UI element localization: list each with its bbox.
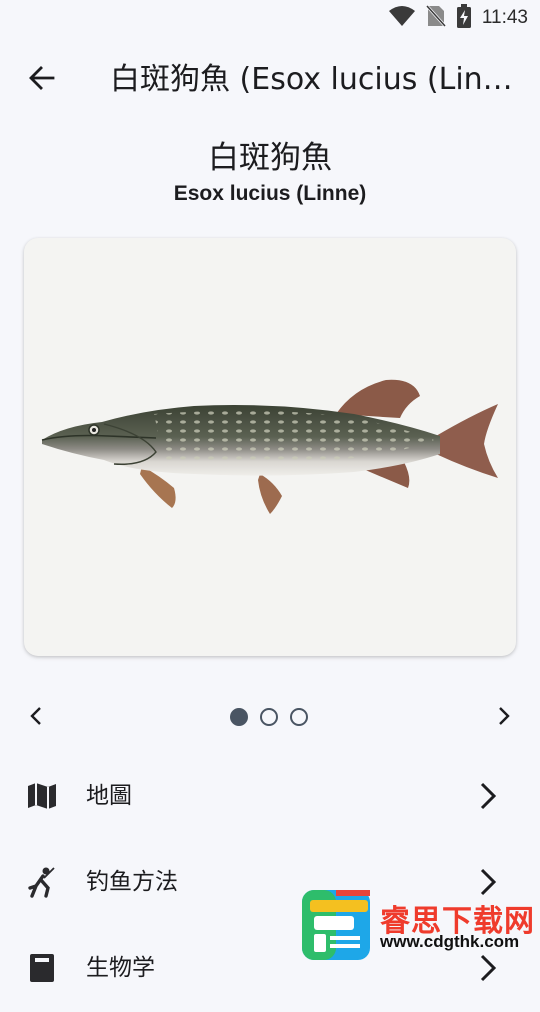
chevron-left-icon [29,706,43,730]
fish-illustration [41,379,498,514]
battery-charging-icon [456,4,472,32]
menu-item-label: 生物学 [86,955,155,981]
no-sim-icon [425,4,446,32]
back-button[interactable] [18,56,66,104]
wifi-icon [388,5,416,31]
chevron-right-icon [476,778,500,814]
watermark-url: www.cdgthk.com [380,932,520,951]
menu-item-map[interactable]: 地圖 [0,754,540,840]
watermark-logo-icon [302,890,370,960]
status-icons: 11:43 [388,4,528,32]
arrow-left-icon [28,64,56,96]
book-icon [26,952,58,984]
page-dot-1[interactable] [230,708,248,726]
map-icon [26,780,58,812]
chevron-right-icon [497,706,511,730]
fishing-person-icon [26,866,58,898]
app-bar: 白斑狗魚 (Esox lucius (Linne) [0,48,540,112]
image-pager [0,696,540,740]
fish-name-block: 白斑狗魚 Esox lucius (Linne) [0,136,540,208]
page-dot-3[interactable] [290,708,308,726]
status-bar: 11:43 [0,0,540,36]
fish-name-latin: Esox lucius (Linne) [173,182,367,205]
fish-name-chinese: 白斑狗魚 [208,140,332,176]
previous-image-button[interactable] [20,702,52,734]
status-time: 11:43 [481,7,528,28]
menu-item-label: 地圖 [86,783,132,809]
next-image-button[interactable] [488,702,520,734]
menu-item-label: 钓鱼方法 [86,869,178,895]
page-indicator [230,708,308,726]
page-title: 白斑狗魚 (Esox lucius (Linne) [110,62,520,97]
site-watermark: 睿思下载网 www.cdgthk.com [296,886,540,960]
fish-image-card[interactable] [24,238,516,656]
page-dot-2[interactable] [260,708,278,726]
